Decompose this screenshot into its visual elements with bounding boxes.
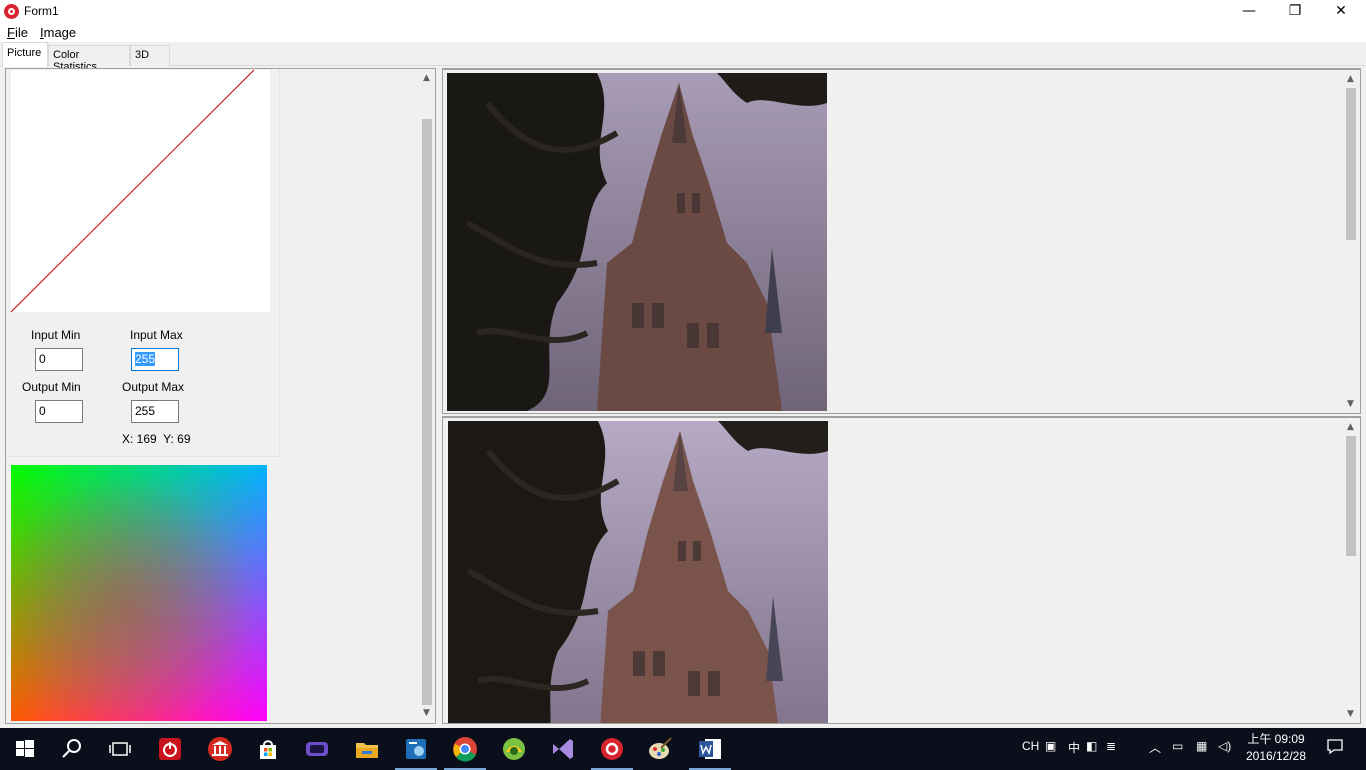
output-min-label: Output Min xyxy=(22,380,81,394)
close-button[interactable]: ✕ xyxy=(1318,0,1364,24)
levels-panel: Input Min Input Max 0 255 Output Min Out… xyxy=(5,68,436,724)
curve-canvas[interactable] xyxy=(10,69,270,313)
tray-language[interactable]: CH xyxy=(1022,739,1039,753)
tab-picture[interactable]: Picture xyxy=(2,42,48,67)
input-min-field[interactable]: 0 xyxy=(35,348,83,371)
window-title: Form1 xyxy=(24,4,59,18)
tray-volume-icon[interactable]: ◁) xyxy=(1218,739,1231,753)
menu-image[interactable]: Image xyxy=(40,25,76,40)
scroll-up-arrow-icon[interactable]: ▲ xyxy=(418,70,435,87)
menu-file[interactable]: File xyxy=(7,25,28,40)
word-icon[interactable] xyxy=(689,736,731,770)
tray-ime-options-icon[interactable]: ≣ xyxy=(1106,739,1116,753)
menu-bar: File Image xyxy=(0,24,1366,42)
original-image-scrollbar[interactable]: ▲ ▼ xyxy=(1342,70,1359,413)
taskbar: CH ▣ 中 ◧ ≣ ︿ ▭ ▦ ◁) 上午 09:09 2016/12/28 xyxy=(0,728,1366,770)
scroll-thumb[interactable] xyxy=(422,119,432,705)
start-icon[interactable] xyxy=(12,736,38,762)
store-icon[interactable] xyxy=(255,736,281,762)
action-center-icon[interactable] xyxy=(1326,737,1344,758)
curve-line xyxy=(10,69,255,313)
tray-date: 2016/12/28 xyxy=(1245,749,1307,763)
tab-strip: Picture Color Statistics 3D xyxy=(0,42,1366,73)
tab-color-statistics[interactable]: Color Statistics xyxy=(48,45,130,73)
tray-chevron-up-icon[interactable]: ︿ xyxy=(1149,739,1161,756)
power-app-icon[interactable] xyxy=(157,736,183,762)
bank-app-icon[interactable] xyxy=(207,736,233,762)
original-image xyxy=(447,73,827,411)
form1-app-icon[interactable] xyxy=(591,736,633,770)
scroll-thumb[interactable] xyxy=(1346,436,1356,556)
output-min-field[interactable]: 0 xyxy=(35,400,83,423)
input-max-field[interactable]: 255 xyxy=(131,348,179,371)
file-explorer-icon[interactable] xyxy=(354,736,380,762)
game-app-icon[interactable] xyxy=(304,736,330,762)
original-image-panel: ▲ ▼ xyxy=(442,68,1361,414)
scroll-down-arrow-icon[interactable]: ▼ xyxy=(418,705,435,722)
app-settings-icon[interactable] xyxy=(395,736,437,770)
restore-button[interactable]: ❐ xyxy=(1272,0,1318,24)
left-panel-scrollbar[interactable]: ▲ ▼ xyxy=(418,69,435,723)
search-icon[interactable] xyxy=(59,736,85,762)
input-min-label: Input Min xyxy=(31,328,81,342)
tray-ime-mode-icon[interactable]: ◧ xyxy=(1086,739,1097,753)
tray-time: 上午 09:09 xyxy=(1247,732,1305,746)
scroll-down-arrow-icon[interactable]: ▼ xyxy=(1342,396,1359,413)
input-max-label: Input Max xyxy=(130,328,183,342)
scroll-down-arrow-icon[interactable]: ▼ xyxy=(1342,706,1359,723)
scroll-up-arrow-icon[interactable]: ▲ xyxy=(1342,71,1359,88)
output-max-label: Output Max xyxy=(122,380,185,394)
coords-readout: X: 169 Y: 69 xyxy=(122,432,191,446)
paint-app-icon[interactable] xyxy=(647,736,673,762)
scroll-up-arrow-icon[interactable]: ▲ xyxy=(1342,419,1359,436)
processed-image-scrollbar[interactable]: ▲ ▼ xyxy=(1342,418,1359,723)
task-view-icon[interactable] xyxy=(107,736,133,762)
scroll-thumb[interactable] xyxy=(1346,88,1356,240)
tray-network-icon[interactable]: ▦ xyxy=(1196,739,1207,753)
app-icon xyxy=(4,4,19,19)
tab-3d[interactable]: 3D xyxy=(130,45,170,66)
processed-image-panel: ▲ ▼ xyxy=(442,416,1361,724)
levels-group: Input Min Input Max 0 255 Output Min Out… xyxy=(6,69,280,457)
output-max-field[interactable]: 255 xyxy=(131,400,179,423)
visual-studio-icon[interactable] xyxy=(550,736,576,762)
tray-ime[interactable]: 中 xyxy=(1068,739,1080,756)
minimize-button[interactable]: — xyxy=(1226,0,1272,24)
chrome-icon[interactable] xyxy=(444,736,486,770)
title-bar: Form1 — ❐ ✕ xyxy=(0,0,1366,24)
camera-app-icon[interactable] xyxy=(501,736,527,762)
tray-clock[interactable]: 上午 09:09 2016/12/28 xyxy=(1236,731,1316,765)
tray-clipboard-icon[interactable]: ▣ xyxy=(1045,739,1056,753)
tray-battery-icon[interactable]: ▭ xyxy=(1172,739,1183,753)
color-palette[interactable] xyxy=(11,465,267,721)
processed-image xyxy=(448,421,828,723)
